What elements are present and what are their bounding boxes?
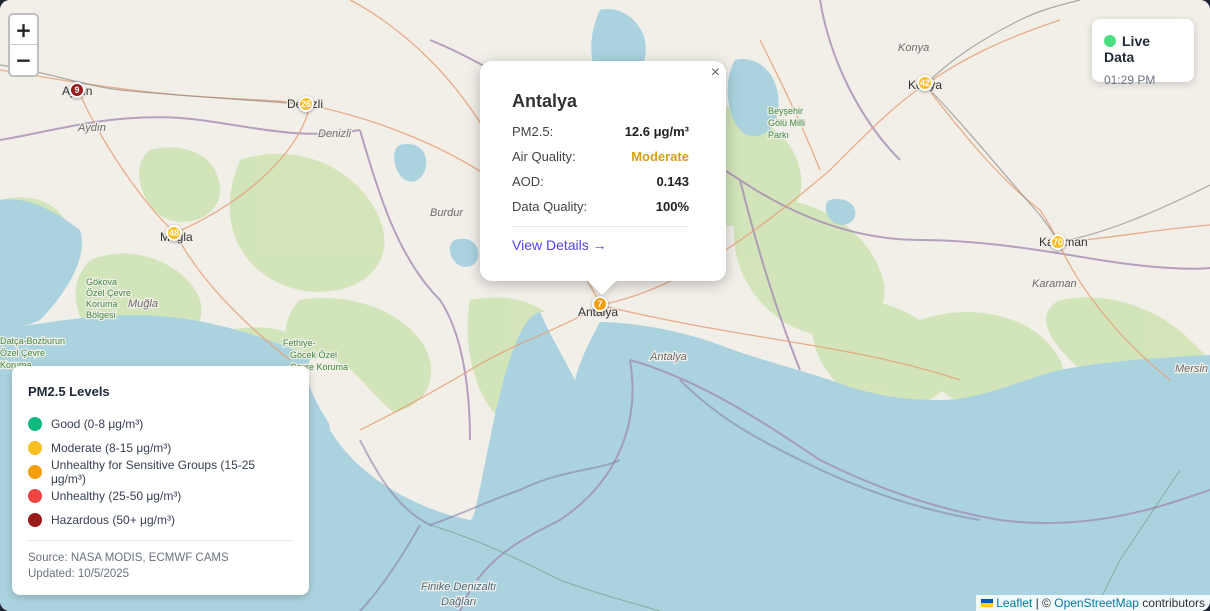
legend-item: Moderate (8-15 μg/m³) — [28, 436, 293, 460]
popup-row-value: Moderate — [631, 149, 689, 164]
popup-row-value: 100% — [655, 199, 689, 214]
zoom-control: + − — [8, 13, 39, 77]
place-label: Konya — [898, 42, 929, 54]
live-data-time: 01:29 PM — [1104, 73, 1156, 87]
legend-title: PM2.5 Levels — [28, 384, 110, 399]
place-label: Denizli — [318, 128, 352, 140]
attribution-contributors: contributors — [1142, 596, 1205, 610]
legend-swatch — [28, 441, 42, 455]
legend-item-label: Unhealthy (25-50 μg/m³) — [51, 489, 182, 503]
legend-divider — [28, 540, 293, 541]
place-label: Koruma — [86, 299, 118, 309]
zoom-in-button[interactable]: + — [10, 15, 37, 45]
legend-item-label: Unhealthy for Sensitive Groups (15-25 μg… — [51, 458, 256, 486]
aqi-marker[interactable]: 9 — [69, 82, 85, 98]
place-label: Gökova — [86, 277, 117, 287]
pm25-legend: PM2.5 Levels Good (0-8 μg/m³) Moderate (8… — [12, 366, 309, 595]
legend-swatch — [28, 417, 42, 431]
place-label: Özel Çevre — [0, 348, 45, 358]
osm-link[interactable]: OpenStreetMap — [1054, 596, 1139, 610]
live-data-card: Live Data 01:29 PM — [1092, 19, 1194, 87]
place-label: Fethiye- — [283, 338, 316, 348]
city-popup: × Antalya PM2.5: 12.6 μg/m³ Air Quality: Mo… — [480, 61, 726, 296]
legend-item: Unhealthy (25-50 μg/m³) — [28, 484, 293, 508]
legend-item-label: Moderate (8-15 μg/m³) — [51, 441, 172, 455]
ukraine-flag-icon — [980, 599, 993, 607]
zoom-out-button[interactable]: − — [10, 45, 37, 75]
aqi-marker[interactable]: 70 — [1050, 234, 1066, 250]
legend-item-label: Good (0-8 μg/m³) — [51, 417, 144, 431]
map-attribution: Leaflet | © OpenStreetMap contributors — [975, 595, 1210, 611]
map[interactable]: AydınAydınDenizliDenizliKonyaKonyaBeyşeh… — [0, 0, 1210, 611]
legend-source: Source: NASA MODIS, ECMWF CAMS — [28, 552, 229, 564]
place-label: Burdur — [430, 207, 464, 219]
popup-row: PM2.5: 12.6 μg/m³ — [512, 124, 689, 149]
live-data-title: Live Data — [1104, 33, 1182, 65]
legend-item: Good (0-8 μg/m³) — [28, 412, 293, 436]
live-status-dot — [1104, 35, 1116, 47]
place-label: Dağları — [441, 596, 476, 608]
view-details-link[interactable]: View Details → — [512, 237, 607, 253]
popup-row-value: 12.6 μg/m³ — [624, 124, 689, 139]
leaflet-link[interactable]: Leaflet — [996, 596, 1032, 610]
place-label: Göcek Özel — [290, 350, 337, 360]
popup-row: AOD: 0.143 — [512, 174, 689, 199]
popup-city-name: Antalya — [512, 91, 578, 111]
popup-row-label: AOD: — [512, 174, 544, 189]
place-label: Gölü Milli — [768, 118, 805, 128]
popup-row: Air Quality: Moderate — [512, 149, 689, 174]
place-label: Bölgesi — [86, 310, 116, 320]
legend-item: Unhealthy for Sensitive Groups (15-25 μg… — [28, 458, 293, 486]
aqi-marker[interactable]: 42 — [917, 75, 933, 91]
aqi-marker[interactable]: 7 — [592, 296, 608, 312]
aqi-marker[interactable]: 48 — [166, 225, 182, 241]
legend-item: Hazardous (50+ μg/m³) — [28, 508, 293, 532]
popup-close-button[interactable]: × — [711, 64, 720, 82]
place-label: Parkı — [768, 130, 789, 140]
place-label: Finike Denizaltı — [421, 581, 496, 593]
place-label: Beyşehir — [768, 106, 803, 116]
attribution-separator: | © — [1035, 596, 1051, 610]
legend-swatch — [28, 513, 42, 527]
popup-row-label: Air Quality: — [512, 149, 576, 164]
place-label: Antalya — [649, 351, 687, 363]
place-label: Muğla — [128, 298, 158, 310]
place-label: Datça-Bozburun — [0, 336, 65, 346]
place-label: Aydın — [77, 122, 106, 134]
popup-row-value: 0.143 — [656, 174, 689, 189]
popup-row-label: Data Quality: — [512, 199, 588, 214]
legend-item-label: Hazardous (50+ μg/m³) — [51, 513, 175, 527]
legend-swatch — [28, 489, 42, 503]
popup-divider — [512, 226, 689, 227]
popup-row-label: PM2.5: — [512, 124, 554, 139]
legend-swatch — [28, 465, 42, 479]
legend-updated: Updated: 10/5/2025 — [28, 568, 130, 580]
popup-row: Data Quality: 100% — [512, 199, 689, 224]
place-label: Mersin — [1175, 363, 1208, 375]
aqi-marker[interactable]: 26 — [298, 96, 314, 112]
place-label: Özel Çevre — [86, 288, 131, 298]
place-label: Karaman — [1032, 278, 1077, 290]
